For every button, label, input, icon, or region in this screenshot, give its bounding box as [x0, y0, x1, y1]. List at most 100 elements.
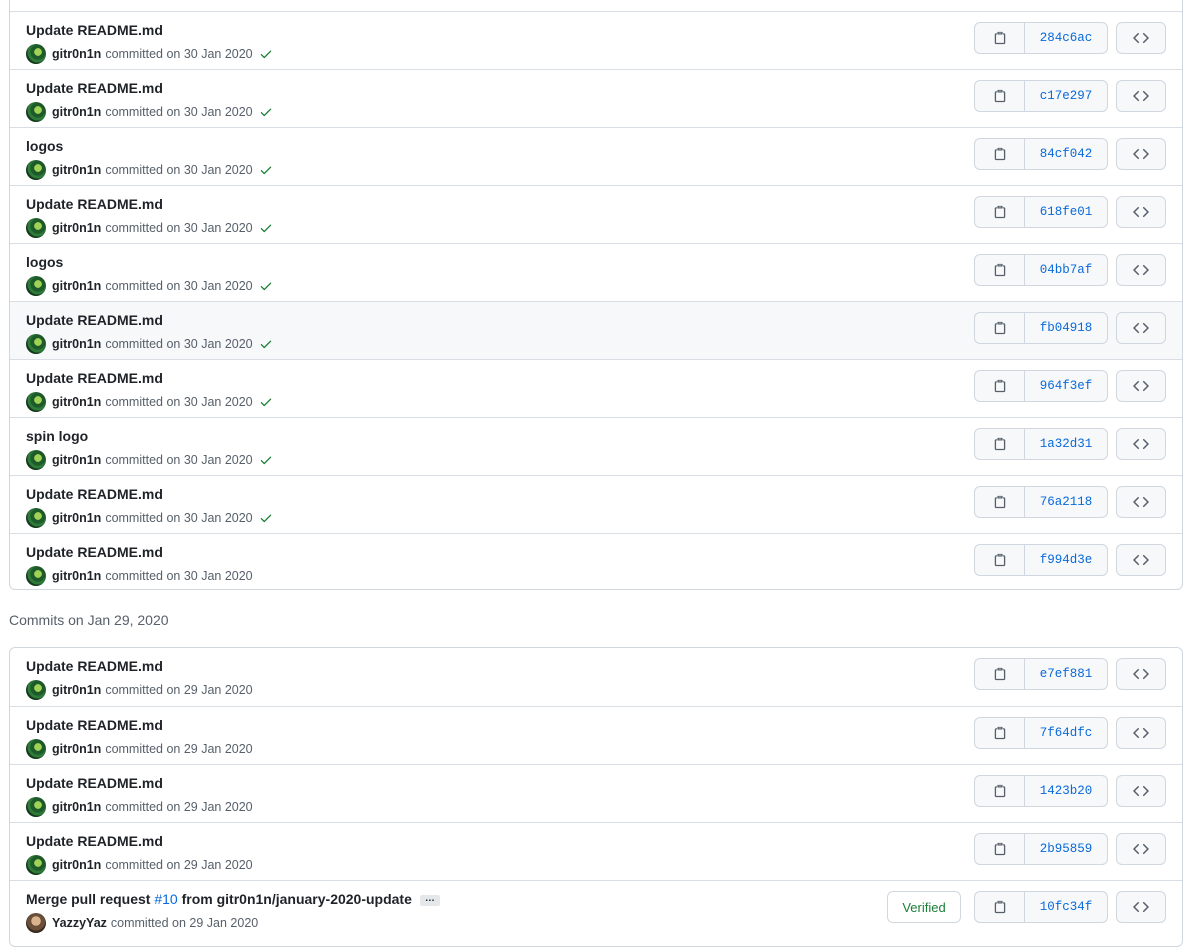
commit-title[interactable]: Update README.md: [26, 658, 163, 674]
commit-author[interactable]: gitr0n1n: [52, 105, 101, 119]
commit-author[interactable]: gitr0n1n: [52, 221, 101, 235]
commit-sha-link[interactable]: 10fc34f: [1025, 892, 1107, 922]
avatar[interactable]: [26, 739, 46, 759]
copy-sha-button[interactable]: [975, 313, 1025, 343]
expand-message-button[interactable]: …: [419, 893, 440, 906]
commit-sha-link[interactable]: 7f64dfc: [1025, 718, 1107, 748]
commit-author[interactable]: gitr0n1n: [52, 395, 101, 409]
browse-files-button[interactable]: [1116, 22, 1166, 54]
commit-sha-link[interactable]: 76a2118: [1025, 487, 1107, 517]
commit-title[interactable]: Update README.md: [26, 196, 163, 212]
copy-sha-button[interactable]: [975, 371, 1025, 401]
avatar[interactable]: [26, 392, 46, 412]
check-icon[interactable]: [259, 279, 273, 293]
copy-sha-button[interactable]: [975, 718, 1025, 748]
browse-files-button[interactable]: [1116, 544, 1166, 576]
browse-files-button[interactable]: [1116, 196, 1166, 228]
commit-title[interactable]: Update README.md: [26, 486, 163, 502]
check-icon[interactable]: [259, 221, 273, 235]
commit-title[interactable]: Update README.md: [26, 22, 163, 38]
verified-badge[interactable]: Verified: [887, 891, 961, 923]
avatar[interactable]: [26, 450, 46, 470]
copy-sha-button[interactable]: [975, 487, 1025, 517]
copy-sha-button[interactable]: [975, 23, 1025, 53]
avatar[interactable]: [26, 160, 46, 180]
commit-author[interactable]: gitr0n1n: [52, 163, 101, 177]
avatar[interactable]: [26, 44, 46, 64]
commit-author[interactable]: gitr0n1n: [52, 683, 101, 697]
commit-sha-link[interactable]: 84cf042: [1025, 139, 1107, 169]
commit-sha-link[interactable]: fb04918: [1025, 313, 1107, 343]
copy-sha-button[interactable]: [975, 892, 1025, 922]
commit-title[interactable]: Update README.md: [26, 544, 163, 560]
browse-files-button[interactable]: [1116, 428, 1166, 460]
commit-title[interactable]: Update README.md: [26, 717, 163, 733]
browse-files-button[interactable]: [1116, 254, 1166, 286]
check-icon[interactable]: [259, 105, 273, 119]
commit-title[interactable]: spin logo: [26, 428, 88, 444]
avatar[interactable]: [26, 913, 46, 933]
commit-sha-link[interactable]: 04bb7af: [1025, 255, 1107, 285]
commit-author[interactable]: gitr0n1n: [52, 800, 101, 814]
browse-files-button[interactable]: [1116, 486, 1166, 518]
commit-title[interactable]: Update README.md: [26, 312, 163, 328]
copy-sha-button[interactable]: [975, 659, 1025, 689]
commit-title[interactable]: Update README.md: [26, 370, 163, 386]
commit-sha-link[interactable]: 2b95859: [1025, 834, 1107, 864]
commit-sha-link[interactable]: 618fe01: [1025, 197, 1107, 227]
check-icon[interactable]: [259, 163, 273, 177]
copy-sha-button[interactable]: [975, 81, 1025, 111]
check-icon[interactable]: [259, 47, 273, 61]
commit-title[interactable]: logos: [26, 138, 63, 154]
copy-sha-button[interactable]: [975, 197, 1025, 227]
commit-title[interactable]: Update README.md: [26, 775, 163, 791]
browse-files-button[interactable]: [1116, 658, 1166, 690]
check-icon[interactable]: [259, 453, 273, 467]
browse-files-button[interactable]: [1116, 833, 1166, 865]
commit-title[interactable]: Update README.md: [26, 80, 163, 96]
commit-sha-link[interactable]: 1a32d31: [1025, 429, 1107, 459]
commit-author[interactable]: gitr0n1n: [52, 47, 101, 61]
commit-author[interactable]: gitr0n1n: [52, 569, 101, 583]
copy-sha-button[interactable]: [975, 255, 1025, 285]
commit-author[interactable]: gitr0n1n: [52, 453, 101, 467]
avatar[interactable]: [26, 218, 46, 238]
browse-files-button[interactable]: [1116, 138, 1166, 170]
commit-sha-link[interactable]: c17e297: [1025, 81, 1107, 111]
avatar[interactable]: [26, 680, 46, 700]
check-icon[interactable]: [259, 395, 273, 409]
pull-request-link[interactable]: #10: [154, 891, 177, 907]
commit-author[interactable]: gitr0n1n: [52, 511, 101, 525]
avatar[interactable]: [26, 334, 46, 354]
commit-author[interactable]: gitr0n1n: [52, 337, 101, 351]
commit-sha-link[interactable]: e7ef881: [1025, 659, 1107, 689]
commit-title[interactable]: logos: [26, 254, 63, 270]
copy-sha-button[interactable]: [975, 834, 1025, 864]
commit-author[interactable]: YazzyYaz: [52, 916, 107, 930]
copy-sha-button[interactable]: [975, 776, 1025, 806]
commit-title[interactable]: Update README.md: [26, 833, 163, 849]
copy-sha-button[interactable]: [975, 139, 1025, 169]
commit-sha-link[interactable]: f994d3e: [1025, 545, 1107, 575]
commit-sha-link[interactable]: 1423b20: [1025, 776, 1107, 806]
commit-title[interactable]: Merge pull request #10 from gitr0n1n/jan…: [26, 891, 440, 907]
check-icon[interactable]: [259, 337, 273, 351]
avatar[interactable]: [26, 276, 46, 296]
avatar[interactable]: [26, 855, 46, 875]
commit-sha-link[interactable]: 284c6ac: [1025, 23, 1107, 53]
browse-files-button[interactable]: [1116, 775, 1166, 807]
browse-files-button[interactable]: [1116, 891, 1166, 923]
copy-sha-button[interactable]: [975, 429, 1025, 459]
commit-author[interactable]: gitr0n1n: [52, 742, 101, 756]
avatar[interactable]: [26, 566, 46, 586]
commit-author[interactable]: gitr0n1n: [52, 279, 101, 293]
browse-files-button[interactable]: [1116, 370, 1166, 402]
avatar[interactable]: [26, 508, 46, 528]
browse-files-button[interactable]: [1116, 80, 1166, 112]
check-icon[interactable]: [259, 511, 273, 525]
avatar[interactable]: [26, 102, 46, 122]
avatar[interactable]: [26, 797, 46, 817]
browse-files-button[interactable]: [1116, 312, 1166, 344]
browse-files-button[interactable]: [1116, 717, 1166, 749]
copy-sha-button[interactable]: [975, 545, 1025, 575]
